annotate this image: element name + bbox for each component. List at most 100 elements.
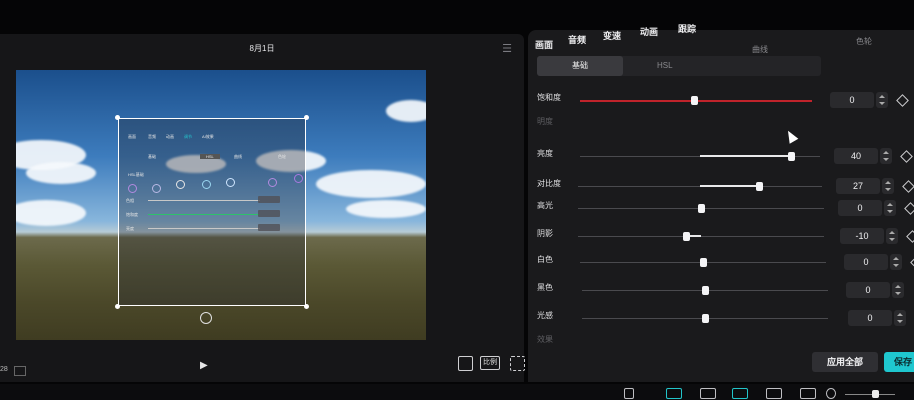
value-stepper[interactable]: [892, 282, 904, 298]
value-stepper[interactable]: [880, 148, 892, 164]
slider-value-input[interactable]: 27: [836, 178, 880, 194]
slider-value-input[interactable]: 0: [846, 282, 890, 298]
slider-label: 白色: [537, 255, 553, 264]
overlay-hsl-label: HSL基础: [128, 172, 144, 177]
value-stepper[interactable]: [882, 178, 894, 194]
slider-knob[interactable]: [683, 232, 691, 241]
zoom-out-icon[interactable]: [826, 388, 836, 399]
overlay-value: [258, 224, 280, 231]
slider-knob[interactable]: [698, 204, 705, 213]
overlay-slider: [148, 200, 260, 201]
rotate-icon[interactable]: [200, 312, 212, 324]
slider-knob[interactable]: [702, 314, 709, 323]
overlay-subtab: 曲线: [234, 154, 242, 159]
tab-speed[interactable]: 变速: [603, 29, 621, 42]
slider-label: 明度: [537, 117, 553, 126]
tab-picture[interactable]: 画面: [535, 38, 553, 51]
slider-fill: [700, 155, 792, 157]
screenshot-icon[interactable]: [458, 356, 473, 371]
overlay-tab: 音频: [148, 134, 156, 139]
segment-control: 基础 HSL: [537, 56, 821, 76]
subtab-color-wheel[interactable]: 色轮: [856, 36, 872, 47]
link-icon[interactable]: [732, 388, 748, 399]
subtab-curve[interactable]: 曲线: [752, 44, 768, 55]
split-icon[interactable]: [700, 388, 716, 399]
value-stepper[interactable]: [894, 310, 906, 326]
color-ring: [294, 174, 303, 183]
overlay-slider: [148, 214, 260, 215]
value-stepper[interactable]: [890, 254, 902, 270]
preview-title: 8月1日: [249, 44, 275, 53]
color-ring: [268, 178, 277, 187]
slider-knob[interactable]: [690, 96, 698, 105]
overlay-subtab: 基础: [148, 154, 156, 159]
segment-hsl[interactable]: HSL: [657, 56, 673, 76]
color-ring: [226, 178, 235, 187]
overlay-row-label: 饱和度: [126, 212, 138, 217]
menu-icon[interactable]: ☰: [502, 42, 512, 55]
overlay-tab: 动画: [166, 134, 174, 139]
cloud: [16, 200, 86, 226]
slider-knob[interactable]: [788, 152, 796, 161]
slider-track[interactable]: [578, 236, 824, 237]
color-ring: [202, 180, 211, 189]
align-icon[interactable]: [766, 388, 782, 399]
layout-icon[interactable]: [14, 366, 26, 376]
color-ring: [152, 184, 161, 193]
overlay-subtab: 色轮: [278, 154, 286, 159]
overlay-row-label: 色相: [126, 198, 134, 203]
overlay-subtab: HSL: [200, 154, 220, 159]
slider-value-input[interactable]: 0: [848, 310, 892, 326]
slider-value-input[interactable]: 0: [844, 254, 888, 270]
tab-tracking[interactable]: 跟踪: [678, 22, 696, 35]
value-stepper[interactable]: [876, 92, 888, 108]
overlay-ui[interactable]: 画面 音频 动画 调节 AI效果 基础 HSL 曲线 色轮 HSL基础 色相 饱…: [115, 115, 309, 309]
microphone-icon[interactable]: [624, 388, 634, 399]
cloud: [316, 170, 426, 198]
slider-label: 效果: [537, 335, 553, 344]
value-stepper[interactable]: [886, 228, 898, 244]
overlay-row-label: 亮度: [126, 226, 134, 231]
tab-audio[interactable]: 音频: [568, 33, 586, 46]
slider-knob[interactable]: [755, 182, 763, 191]
play-button[interactable]: ▶: [200, 360, 208, 371]
resize-handle[interactable]: [304, 115, 309, 120]
slider-knob[interactable]: [700, 258, 707, 267]
slider-value-input[interactable]: 0: [838, 200, 882, 216]
slider-label: 饱和度: [537, 93, 561, 102]
slider-label: 光感: [537, 311, 553, 320]
slider-knob[interactable]: [702, 286, 709, 295]
slider-label: 亮度: [537, 149, 553, 158]
resize-handle[interactable]: [115, 304, 120, 309]
color-ring: [176, 180, 185, 189]
slider-value-input[interactable]: -10: [840, 228, 884, 244]
resize-handle[interactable]: [304, 304, 309, 309]
zoom-slider[interactable]: [845, 394, 895, 395]
value-stepper[interactable]: [884, 200, 896, 216]
apply-all-button[interactable]: 应用全部: [812, 352, 878, 372]
overlay-tab: 画面: [128, 134, 136, 139]
tab-animation[interactable]: 动画: [640, 25, 658, 38]
slider-label: 黑色: [537, 283, 553, 292]
zoom-slider-knob[interactable]: [872, 390, 879, 398]
slider-label: 对比度: [537, 179, 561, 188]
link-icon[interactable]: [666, 388, 682, 399]
image-icon[interactable]: [800, 388, 816, 399]
overlay-value: [258, 210, 280, 217]
slider-fill: [700, 185, 759, 187]
cloud: [346, 200, 426, 218]
segment-basic[interactable]: 基础: [537, 56, 623, 76]
color-ring: [128, 184, 137, 193]
cloud: [386, 100, 426, 122]
slider-label: 高光: [537, 201, 553, 210]
overlay-slider: [148, 228, 260, 229]
save-button[interactable]: 保存: [884, 352, 914, 372]
slider-value-input[interactable]: 0: [830, 92, 874, 108]
overlay-tab: 调节: [184, 134, 192, 139]
resize-handle[interactable]: [115, 115, 120, 120]
timecode: 28: [0, 366, 8, 373]
ratio-button[interactable]: 比例: [480, 356, 500, 370]
slider-value-input[interactable]: 40: [834, 148, 878, 164]
slider-label: 阴影: [537, 229, 553, 238]
fullscreen-icon[interactable]: [510, 356, 525, 371]
